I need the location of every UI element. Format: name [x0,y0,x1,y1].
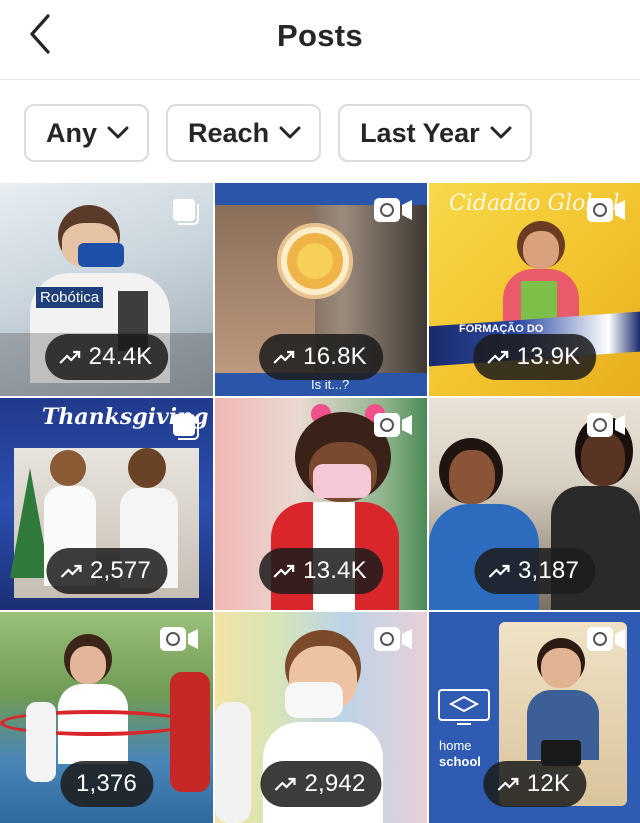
reach-pill: 2,942 [260,761,382,807]
filter-chip-label: Any [46,117,98,148]
filter-chip-label: Last Year [360,117,480,148]
reach-pill: 16.8K [259,334,383,380]
post-caption-overlay: Robótica [36,287,104,308]
video-camera-icon [587,198,625,222]
post-caption-overlay: school [439,754,481,769]
reach-pill: 1,376 [59,761,154,807]
page-title: Posts [277,18,363,53]
post-tile[interactable]: 13.4K [215,398,427,610]
post-tile[interactable]: 2,942 [215,612,427,823]
reach-pill: 13.4K [259,548,383,594]
reach-value: 1,376 [75,770,138,797]
reach-value: 2,942 [304,770,366,797]
post-tile[interactable]: Thanksgiving 2,577 [0,398,213,610]
posts-grid: Robótica 24.4K Is it...? 16.8K Cidadão G… [0,183,640,823]
video-camera-icon [374,198,412,222]
filter-chip-type[interactable]: Any [24,104,150,162]
post-tile[interactable]: Is it...? 16.8K [215,183,427,396]
trending-up-icon [486,350,508,364]
reach-pill: 12K [482,761,587,807]
reach-value: 13.9K [516,343,581,370]
filter-bar: Any Reach Last Year [24,104,532,162]
reach-value: 13.4K [303,557,367,584]
reach-value: 2,577 [89,557,152,584]
video-camera-icon [374,627,412,651]
trending-up-icon [488,564,510,578]
trending-up-icon [60,564,82,578]
reach-value: 12K [526,770,571,797]
carousel-icon [173,199,199,225]
filter-chip-metric[interactable]: Reach [166,104,322,162]
chevron-down-icon [107,126,129,139]
post-tile[interactable]: Robótica 24.4K [0,183,213,396]
video-camera-icon [587,627,625,651]
post-tile[interactable]: 3,187 [429,398,640,610]
post-tile[interactable]: home school 12K [429,612,640,823]
trending-up-icon [497,777,518,791]
reach-pill: 3,187 [473,548,596,594]
trending-up-icon [273,350,295,364]
trending-up-icon [274,777,296,791]
carousel-icon [173,414,199,440]
video-camera-icon [374,413,412,437]
video-camera-icon [160,627,198,651]
trending-up-icon [58,350,80,364]
reach-pill: 2,577 [45,548,168,594]
trending-up-icon [273,564,295,578]
post-tile[interactable]: 1,376 [0,612,213,823]
filter-chip-period[interactable]: Last Year [338,104,532,162]
video-camera-icon [587,413,625,437]
post-caption-overlay: home [439,738,472,753]
chevron-down-icon [279,126,301,139]
reach-pill: 13.9K [472,334,597,380]
chevron-down-icon [490,126,512,139]
reach-value: 16.8K [303,343,367,370]
post-tile[interactable]: Cidadão Global FORMAÇÃO DO 13.9K [429,183,640,396]
reach-value: 3,187 [517,557,580,584]
reach-pill: 24.4K [44,334,169,380]
top-bar: Posts [0,0,640,80]
reach-value: 24.4K [88,343,153,370]
filter-chip-label: Reach [188,117,270,148]
